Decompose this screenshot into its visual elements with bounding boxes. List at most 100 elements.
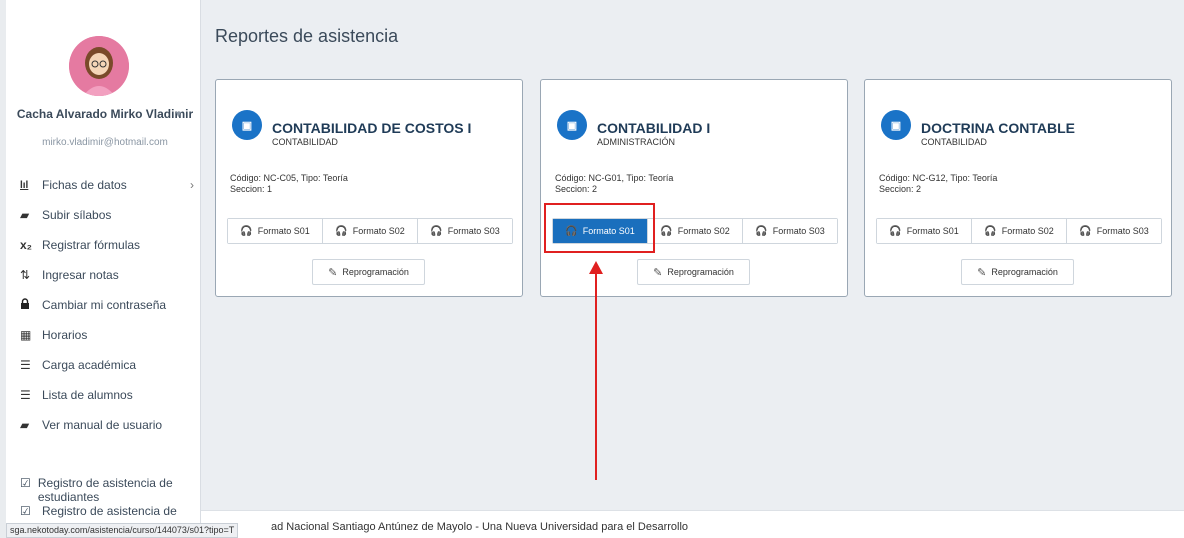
course-info: Código: NC-G01, Tipo: Teoría Seccion: 2 [555, 173, 673, 195]
course-department: CONTABILIDAD [921, 137, 987, 147]
pencil-icon: ✎ [653, 266, 663, 279]
course-code: Código: NC-G12, Tipo: Teoría [879, 173, 998, 183]
course-title: DOCTRINA CONTABLE [921, 120, 1075, 136]
button-label: Formato S03 [447, 226, 500, 236]
user-email: mirko.vladimir@hotmail.com [42, 137, 168, 148]
sidebar-item-fichas[interactable]: lıl Fichas de datos › [20, 170, 200, 200]
format-button-group: 🎧 Formato S01 🎧 Formato S02 🎧 Formato S03 [227, 218, 513, 244]
course-section: Seccion: 2 [555, 184, 598, 194]
sidebar-item-notas[interactable]: ⇅ Ingresar notas [20, 260, 200, 290]
format-s03-button[interactable]: 🎧 Formato S03 [418, 219, 512, 243]
reprogramacion-button[interactable]: ✎ Reprogramación [961, 259, 1074, 285]
checkbox-icon: ☑ [20, 504, 31, 518]
sidebar-item-manual[interactable]: ▰ Ver manual de usuario [20, 410, 200, 440]
headset-icon: 🎧 [660, 225, 673, 237]
subscript-x-icon: x₂ [20, 238, 33, 252]
list-icon: ☰ [20, 388, 31, 402]
bar-chart-icon: lıl [20, 179, 29, 191]
sidebar-item-label: Registro de asistencia de [42, 504, 177, 518]
course-title: CONTABILIDAD DE COSTOS I [272, 120, 472, 136]
sidebar-item-label: Fichas de datos [42, 178, 127, 192]
headset-icon: 🎧 [755, 225, 768, 237]
reprogramacion-button[interactable]: ✎ Reprogramación [312, 259, 425, 285]
footer: ad Nacional Santiago Antúnez de Mayolo -… [201, 510, 1184, 538]
sidebar: Cacha Alvarado Mirko Vladimir ▼ mirko.vl… [0, 0, 201, 538]
headset-icon: 🎧 [240, 225, 253, 237]
calendar-icon: ▦ [20, 328, 32, 342]
headset-icon: 🎧 [889, 225, 902, 237]
course-title: CONTABILIDAD I [597, 120, 711, 136]
pencil-icon: ✎ [328, 266, 338, 279]
button-label: Formato S01 [257, 226, 310, 236]
headset-icon: 🎧 [1079, 225, 1092, 237]
sidebar-item-silabos[interactable]: ▰ Subir sílabos [20, 200, 200, 230]
sidebar-item-label: Registro de asistencia de estudiantes [37, 476, 173, 504]
format-s02-button[interactable]: 🎧 Formato S02 [323, 219, 418, 243]
format-s03-button[interactable]: 🎧 Formato S03 [743, 219, 837, 243]
course-info: Código: NC-C05, Tipo: Teoría Seccion: 1 [230, 173, 348, 195]
footer-text: ad Nacional Santiago Antúnez de Mayolo -… [271, 521, 689, 533]
list-icon: ☰ [20, 358, 31, 372]
user-name[interactable]: Cacha Alvarado Mirko Vladimir [16, 107, 194, 122]
pencil-icon: ✎ [977, 266, 987, 279]
sidebar-item-registro-estudiantes[interactable]: ☑ Registro de asistencia de estudiantes [20, 476, 200, 504]
course-department: CONTABILIDAD [272, 137, 338, 147]
annotation-arrow [595, 272, 597, 480]
sidebar-item-formulas[interactable]: x₂ Registrar fórmulas [20, 230, 200, 260]
lock-icon [20, 298, 42, 312]
reprogramacion-button[interactable]: ✎ Reprogramación [637, 259, 750, 285]
sidebar-item-label: Subir sílabos [42, 208, 112, 222]
sidebar-item-label: Horarios [42, 328, 88, 342]
course-section: Seccion: 1 [230, 184, 273, 194]
avatar[interactable] [69, 36, 129, 96]
button-label: Formato S01 [906, 226, 959, 236]
sidebar-item-label: Carga académica [42, 358, 137, 372]
format-s03-button[interactable]: 🎧 Formato S03 [1067, 219, 1161, 243]
course-card: ▣ CONTABILIDAD DE COSTOS I CONTABILIDAD … [215, 79, 523, 297]
book-icon: ▰ [20, 418, 30, 432]
page-title: Reportes de asistencia [215, 26, 399, 46]
button-label: Formato S02 [677, 226, 730, 236]
sidebar-item-alumnos[interactable]: ☰ Lista de alumnos [20, 380, 200, 410]
book-icon: ▣ [881, 110, 911, 140]
book-icon: ▣ [232, 110, 262, 140]
chevron-down-icon[interactable]: ▼ [174, 109, 183, 119]
sidebar-item-label: Ver manual de usuario [42, 418, 163, 432]
checkbox-icon: ☑ [20, 476, 31, 490]
format-s02-button[interactable]: 🎧 Formato S02 [648, 219, 743, 243]
sidebar-item-registro-docentes[interactable]: ☑ Registro de asistencia de [20, 504, 200, 518]
chevron-right-icon: › [190, 178, 194, 192]
button-label: Formato S02 [352, 226, 405, 236]
sidebar-item-horarios[interactable]: ▦ Horarios [20, 320, 200, 350]
course-code: Código: NC-C05, Tipo: Teoría [230, 173, 348, 183]
button-label: Formato S02 [1001, 226, 1054, 236]
headset-icon: 🎧 [335, 225, 348, 237]
book-icon: ▣ [557, 110, 587, 140]
sidebar-item-contrasena[interactable]: Cambiar mi contraseña [20, 290, 200, 320]
button-label: Formato S03 [1096, 226, 1149, 236]
course-card: ▣ CONTABILIDAD I ADMINISTRACIÓN Código: … [540, 79, 848, 297]
headset-icon: 🎧 [430, 225, 443, 237]
sidebar-item-label: Cambiar mi contraseña [42, 298, 167, 312]
course-card: ▣ DOCTRINA CONTABLE CONTABILIDAD Código:… [864, 79, 1172, 297]
sidebar-bottom: ☑ Registro de asistencia de estudiantes … [20, 476, 200, 518]
sidebar-menu: lıl Fichas de datos › ▰ Subir sílabos x₂… [20, 170, 200, 440]
course-code: Código: NC-G01, Tipo: Teoría [555, 173, 674, 183]
headset-icon: 🎧 [984, 225, 997, 237]
sort-numeric-icon: ⇅ [20, 268, 31, 282]
sidebar-item-label: Registrar fórmulas [42, 238, 141, 252]
button-label: Formato S03 [772, 226, 825, 236]
book-icon: ▰ [20, 208, 30, 222]
sidebar-item-label: Ingresar notas [42, 268, 119, 282]
highlight-box [544, 203, 655, 253]
button-label: Reprogramación [667, 267, 734, 277]
format-s01-button[interactable]: 🎧 Formato S01 [228, 219, 323, 243]
format-s01-button[interactable]: 🎧 Formato S01 [877, 219, 972, 243]
sidebar-item-carga[interactable]: ☰ Carga académica [20, 350, 200, 380]
course-section: Seccion: 2 [879, 184, 922, 194]
button-label: Reprogramación [991, 267, 1058, 277]
button-label: Reprogramación [342, 267, 409, 277]
status-bar-url: sga.nekotoday.com/asistencia/curso/14407… [6, 523, 239, 538]
format-s02-button[interactable]: 🎧 Formato S02 [972, 219, 1067, 243]
sidebar-item-label: Lista de alumnos [42, 388, 133, 402]
